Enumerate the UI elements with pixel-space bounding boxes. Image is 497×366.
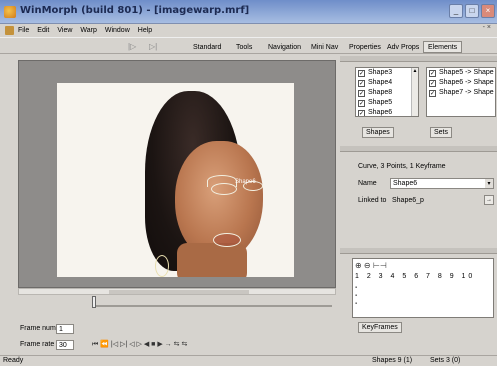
chevron-down-icon[interactable]: ▾ (485, 179, 493, 188)
menu-edit[interactable]: Edit (37, 27, 49, 34)
shape-summary: Curve, 3 Points, 1 Keyframe (358, 163, 446, 170)
list-item[interactable]: ✓ Shape3 (356, 68, 418, 78)
toolbar: |▷ ▷| Standard Tools Navigation Mini Nav… (0, 37, 497, 54)
go-to-linked-button[interactable]: → (484, 195, 494, 205)
status-sets-count: Sets 3 (0) (430, 357, 461, 364)
list-item[interactable]: ✓ Shape5 (356, 98, 418, 108)
list-item[interactable]: ✓ Shape4 (356, 78, 418, 88)
photo-earring (155, 255, 169, 277)
minimize-button[interactable]: _ (449, 4, 463, 18)
keyframes-panel-header (340, 248, 497, 254)
tab-mini-nav[interactable]: Mini Nav (306, 41, 343, 53)
tab-navigation[interactable]: Navigation (263, 41, 306, 53)
playback-controls[interactable]: ⏮ ⏪ |◁ ▷| ◁ ▷ ◀ ■ ▶ → ⇆ ⇆ (92, 340, 187, 349)
checkbox-icon[interactable]: ✓ (358, 69, 365, 77)
shapes-list[interactable]: ✓ Shape3 ✓ Shape4 ✓ Shape8 ✓ Shape5 ✓ Shape6 … (355, 67, 419, 117)
photo-neck (177, 243, 247, 277)
title-bar: WinMorph (build 801) - [imagewarp.mrf] _… (0, 0, 497, 24)
mdi-window-controls[interactable]: - × (483, 24, 491, 31)
shape-curve-left-eye[interactable] (211, 183, 237, 195)
menu-help[interactable]: Help (138, 27, 152, 34)
properties-panel-header (340, 146, 497, 152)
maximize-button[interactable]: □ (465, 4, 479, 18)
canvas-horizontal-scrollbar[interactable] (18, 288, 336, 295)
menu-window[interactable]: Window (105, 27, 130, 34)
checkbox-icon[interactable]: ✓ (358, 79, 365, 87)
checkbox-icon[interactable]: ✓ (358, 99, 365, 107)
keyframes-grid[interactable]: ⊕ ⊖ ⊢⊣ 1 2 3 4 5 6 7 8 9 10 ▪ ▪ ▪ (352, 258, 494, 318)
tab-properties[interactable]: Properties (344, 41, 386, 53)
checkbox-icon[interactable]: ✓ (429, 79, 436, 87)
image-canvas[interactable]: Shape6 (18, 60, 336, 288)
scrollbar-thumb[interactable] (109, 290, 249, 294)
keyframe-row[interactable]: ▪ (355, 301, 357, 307)
list-item[interactable]: ✓ Shape7 -> Shape (427, 88, 495, 98)
checkbox-icon[interactable]: ✓ (358, 89, 365, 97)
tab-adv-props[interactable]: Adv Props (382, 41, 424, 53)
tab-elements[interactable]: Elements (423, 41, 463, 53)
frame-num-input[interactable]: 1 (56, 324, 74, 334)
checkbox-icon[interactable]: ✓ (429, 69, 436, 77)
shape-curve-lips[interactable] (213, 233, 241, 247)
tab-standard[interactable]: Standard (188, 41, 226, 53)
elements-panel-header (340, 56, 497, 62)
play-forward-icon[interactable]: |▷ (128, 42, 136, 51)
list-item[interactable]: ✓ Shape5 -> Shape (427, 68, 495, 78)
name-field[interactable]: Shape6 ▾ (390, 178, 494, 189)
menu-file[interactable]: File (18, 27, 29, 34)
keyframe-numbers: 1 2 3 4 5 6 7 8 9 10 (355, 273, 476, 280)
skip-end-icon[interactable]: ▷| (149, 42, 157, 51)
tab-keyframes[interactable]: KeyFrames (358, 322, 402, 333)
list-item[interactable]: ✓ Shape8 (356, 88, 418, 98)
tab-sets[interactable]: Sets (430, 127, 453, 138)
status-shapes-count: Shapes 9 (1) (372, 357, 413, 364)
name-label: Name (358, 180, 377, 187)
frame-num-label: Frame num (20, 325, 56, 332)
tab-tools[interactable]: Tools (231, 41, 257, 53)
status-bar: Ready Shapes 9 (1) Sets 3 (0) (0, 355, 497, 366)
frame-rate-label: Frame rate (20, 341, 55, 348)
shape-tag-label: Shape6 (235, 179, 256, 185)
sets-list[interactable]: ✓ Shape5 -> Shape ✓ Shape6 -> Shape ✓ Shape… (426, 67, 496, 117)
keyframe-row[interactable]: ▪ (355, 285, 357, 291)
checkbox-icon[interactable]: ✓ (429, 89, 436, 97)
linked-to-value: Shape6_p (392, 197, 424, 204)
status-text: Ready (3, 357, 24, 364)
keyframe-row[interactable]: ▪ (355, 293, 357, 299)
tab-shapes[interactable]: Shapes (362, 127, 394, 138)
menu-view[interactable]: View (57, 27, 72, 34)
shapes-list-scrollbar[interactable]: ▲ (411, 68, 418, 116)
linked-to-label: Linked to (358, 197, 387, 204)
menu-bar: File Edit View Warp Window Help - × (0, 24, 497, 36)
checkbox-icon[interactable]: ✓ (358, 109, 365, 116)
timeline-slider-handle[interactable] (92, 296, 96, 308)
list-item[interactable]: ✓ Shape6 -> Shape (427, 78, 495, 88)
menu-warp[interactable]: Warp (80, 27, 96, 34)
zoom-in-out-icon[interactable]: ⊕ ⊖ ⊢⊣ (355, 261, 387, 270)
window-title: WinMorph (build 801) - [imagewarp.mrf] (20, 5, 250, 16)
close-button[interactable]: × (481, 4, 495, 18)
app-logo-icon (4, 6, 16, 18)
list-item[interactable]: ✓ Shape6 (356, 108, 418, 116)
frame-rate-input[interactable]: 30 (56, 340, 74, 350)
document-icon (5, 25, 14, 35)
source-photo[interactable]: Shape6 (57, 83, 294, 277)
timeline-track[interactable] (92, 305, 332, 307)
